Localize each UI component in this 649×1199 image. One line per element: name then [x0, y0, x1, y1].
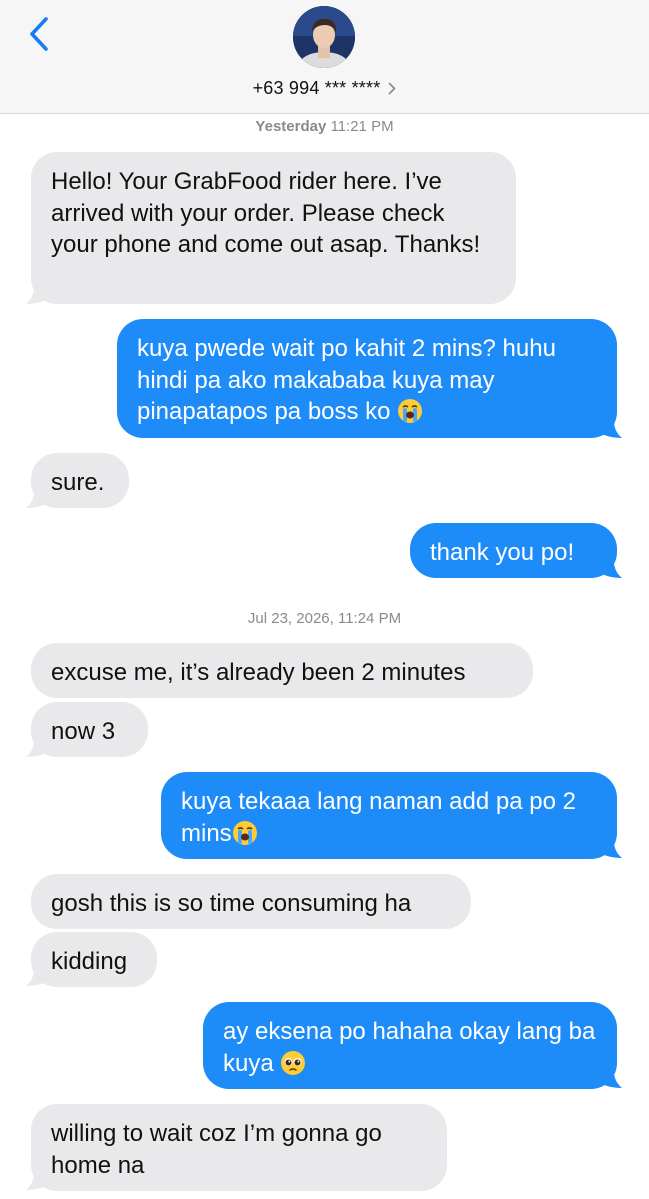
message-text: thank you po!	[430, 539, 575, 566]
loudly-crying-face-icon	[398, 399, 423, 423]
timestamp: Yesterday 11:21 PM	[0, 118, 649, 135]
message-text: ay eksena po hahaha okay lang ba kuya	[223, 1018, 596, 1077]
timestamp-day: Yesterday	[255, 118, 327, 135]
message-bubble-incoming[interactable]: excuse me, it’s already been 2 minutes	[31, 643, 533, 698]
message-bubble-incoming[interactable]: now 3	[31, 702, 148, 757]
message-text: gosh this is so time consuming ha	[51, 890, 412, 917]
message-text: willing to wait coz I’m gonna go home na	[51, 1120, 382, 1179]
message-text: now 3	[51, 718, 116, 745]
conversation-header: +63 994 *** ****	[0, 0, 649, 114]
message-text: sure.	[51, 469, 105, 496]
avatar[interactable]	[293, 6, 355, 68]
contact-name-label: +63 994 *** ****	[252, 77, 381, 98]
message-text: excuse me, it’s already been 2 minutes	[51, 659, 466, 686]
message-text: kidding	[51, 948, 128, 975]
message-bubble-incoming[interactable]: gosh this is so time consuming ha	[31, 874, 471, 929]
message-bubble-outgoing[interactable]: kuya pwede wait po kahit 2 mins? huhu hi…	[117, 319, 617, 438]
message-text: kuya pwede wait po kahit 2 mins? huhu hi…	[137, 335, 556, 425]
chevron-right-icon	[388, 82, 396, 95]
back-button[interactable]	[22, 14, 56, 54]
message-bubble-outgoing[interactable]: thank you po!	[410, 523, 617, 578]
timestamp: Jul 23, 2026, 11:24 PM	[0, 610, 649, 627]
message-bubble-incoming[interactable]: kidding	[31, 932, 157, 987]
timestamp-time: 11:21 PM	[326, 118, 394, 135]
contact-name[interactable]: +63 994 *** ****	[0, 76, 649, 100]
loudly-crying-face-icon	[232, 820, 257, 845]
chevron-left-icon	[30, 17, 48, 51]
message-bubble-incoming[interactable]: Hello! Your GrabFood rider here. I’ve ar…	[31, 152, 516, 304]
message-bubble-outgoing[interactable]: ay eksena po hahaha okay lang ba kuya	[203, 1002, 617, 1089]
contact-photo	[293, 6, 355, 68]
timestamp-full: Jul 23, 2026, 11:24 PM	[247, 610, 402, 627]
message-text: Hello! Your GrabFood rider here. I’ve ar…	[51, 168, 481, 258]
message-bubble-outgoing[interactable]: kuya tekaaa lang naman add pa po 2 mins	[161, 772, 617, 859]
message-bubble-incoming[interactable]: willing to wait coz I’m gonna go home na	[31, 1104, 447, 1191]
pleading-face-icon	[281, 1050, 306, 1075]
message-bubble-incoming[interactable]: sure.	[31, 453, 129, 508]
